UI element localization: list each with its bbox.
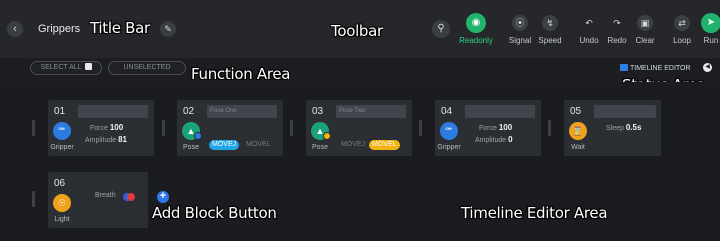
select-all-button[interactable]: SELECT ALL [30,61,102,75]
timeline-block-gripper[interactable]: 04 ℠ Gripper Force 100 Amplitude 0 [435,100,541,156]
add-block-button[interactable]: + [157,191,169,203]
drag-handle[interactable] [419,120,422,136]
search-icon[interactable]: ⚲ [432,20,450,38]
timeline-editor-link[interactable]: TIMELINE EDITOR [620,64,691,72]
eye-icon: ◉ [466,13,486,33]
annotation-timeline-editor-area: Timeline Editor Area [461,204,608,222]
gripper-icon: ℠ [440,122,458,140]
undo-icon: ↶ [585,18,593,28]
speed-icon: ↯ [542,15,558,31]
drag-handle[interactable] [32,120,35,136]
readonly-button[interactable]: ◉ Readonly [456,13,496,45]
title-bar: ‹ Grippers Title Bar ✎ Toolbar ⚲ ◉ Reado… [0,0,720,58]
movej-toggle[interactable]: MOVEJ [338,140,368,150]
status-icon[interactable]: ◀ [703,63,712,72]
pose-badge-icon [194,132,202,140]
block-name-field[interactable]: Pose One [207,105,277,118]
movej-toggle[interactable]: MOVEJ [209,140,240,150]
annotation-toolbar: Toolbar [331,22,383,40]
timeline-block-pose[interactable]: 02 ▲ Pose Pose One MOVEJ MOVEL [177,100,283,156]
annotation-function-area: Function Area [191,65,291,83]
drag-handle[interactable] [290,120,293,136]
block-name-field[interactable] [78,105,148,118]
annotation-title-bar: Title Bar [90,19,150,37]
loop-icon: ⇄ [674,15,690,31]
drag-handle[interactable] [162,120,165,136]
timeline-icon [620,64,628,71]
timeline-block-pose[interactable]: 03 ▲ Pose Pose Two MOVEJ MOVEL [306,100,412,156]
run-button[interactable]: ➤ Run [691,13,720,45]
pencil-icon[interactable]: ✎ [160,21,176,37]
drag-handle[interactable] [548,120,551,136]
speed-button[interactable]: ↯ Speed [530,15,570,45]
redo-icon: ↷ [613,18,621,28]
block-name-field[interactable] [465,105,535,118]
timeline-block-light[interactable]: 06 ☉ Light Breath [48,172,148,228]
block-name-field[interactable] [594,105,656,118]
gripper-icon: ℠ [53,122,71,140]
unselected-button[interactable]: UNSELECTED [108,61,186,75]
movel-toggle[interactable]: MOVEL [369,140,400,150]
light-icon: ☉ [53,194,71,212]
pose-badge-icon [323,132,331,140]
trash-icon: ▣ [637,15,653,31]
run-icon: ➤ [701,13,720,33]
chevron-left-icon[interactable]: ‹ [7,21,23,37]
page-title: Grippers [38,23,81,35]
checkbox-icon[interactable] [84,63,92,70]
timeline-block-wait[interactable]: 05 ⌛ Wait Sleep 0.5s [564,100,661,156]
clear-button[interactable]: ▣ Clear [625,15,665,45]
block-name-field[interactable]: Pose Two [336,105,406,118]
movel-toggle[interactable]: MOVEL [243,140,274,150]
signal-icon: ⦿ [512,15,528,31]
hourglass-icon: ⌛ [569,122,587,140]
drag-handle[interactable] [32,191,35,207]
breath-toggle[interactable] [123,193,135,201]
annotation-add-block-button: Add Block Button [152,204,277,222]
timeline-block-gripper[interactable]: 01 ℠ Gripper Force 100 Amplitude 81 [48,100,154,156]
